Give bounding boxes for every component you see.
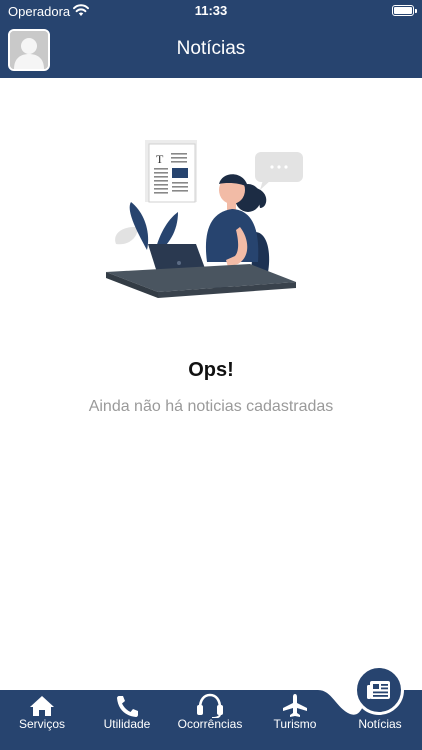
tab-ocorrencias[interactable]: Ocorrências	[172, 690, 248, 750]
status-bar: Operadora 11:33	[0, 0, 422, 22]
headset-icon	[197, 693, 223, 718]
svg-text:T: T	[156, 152, 164, 166]
tab-turismo[interactable]: Turismo	[257, 690, 333, 750]
newspaper-icon	[367, 681, 390, 699]
tab-label: Notícias	[358, 717, 402, 731]
airplane-icon	[283, 694, 307, 717]
empty-state-title: Ops!	[188, 359, 234, 381]
tab-noticias-active-button[interactable]	[354, 665, 404, 715]
home-icon	[30, 696, 54, 716]
page-title: Notícias	[176, 38, 246, 59]
tab-servicos[interactable]: Serviços	[4, 690, 80, 750]
battery-icon	[392, 5, 417, 16]
tab-label: Serviços	[18, 717, 65, 731]
phone-icon	[117, 696, 138, 717]
tab-label: Turismo	[273, 717, 317, 731]
empty-news-illustration: T	[106, 140, 303, 298]
tab-label: Utilidade	[103, 717, 151, 731]
status-time: 11:33	[194, 3, 228, 18]
empty-state-message: Ainda não há noticias cadastradas	[88, 398, 334, 415]
top-bar: Operadora 11:33 Notícias	[0, 0, 422, 78]
tab-label: Ocorrências	[177, 717, 243, 731]
tab-utilidade[interactable]: Utilidade	[89, 690, 165, 750]
